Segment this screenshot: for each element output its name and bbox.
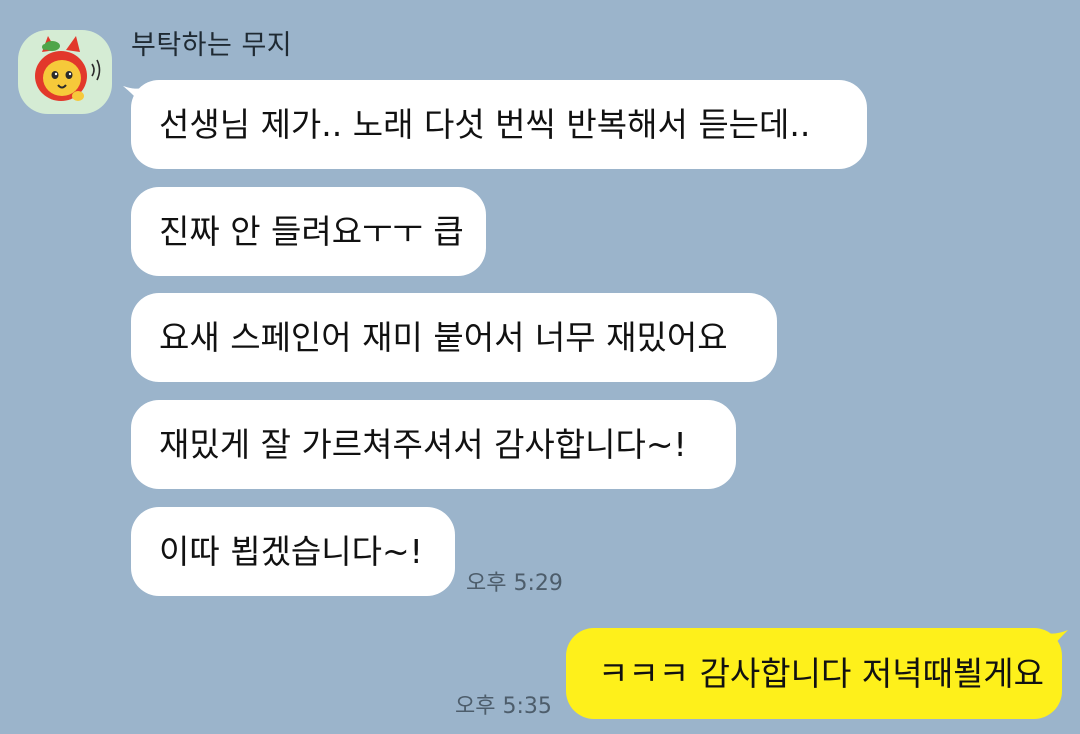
- message-text: 이따 뵙겠습니다~!: [159, 531, 423, 571]
- message-timestamp: 오후 5:29: [466, 571, 563, 596]
- sent-message-timestamp: 오후 5:35: [455, 694, 552, 719]
- outgoing-message-bubble[interactable]: ㅋㅋㅋ 감사합니다 저녁때뵐게요: [566, 628, 1062, 719]
- sender-name: 부탁하는 무지: [131, 30, 293, 61]
- message-bubble[interactable]: 이따 뵙겠습니다~!: [131, 507, 455, 596]
- message-bubble[interactable]: 진짜 안 들려요ㅜㅜ 큽: [131, 187, 486, 276]
- message-text: 진짜 안 들려요ㅜㅜ 큽: [159, 211, 464, 251]
- message-text: 재밌게 잘 가르쳐주셔서 감사합니다~!: [159, 424, 687, 464]
- message-bubble[interactable]: 요새 스페인어 재미 붙어서 너무 재밌어요: [131, 293, 777, 382]
- character-avatar-icon: [35, 36, 101, 101]
- message-bubble[interactable]: 재밌게 잘 가르쳐주셔서 감사합니다~!: [131, 400, 736, 489]
- message-text: 요새 스페인어 재미 붙어서 너무 재밌어요: [159, 317, 728, 357]
- message-bubble[interactable]: 선생님 제가.. 노래 다섯 번씩 반복해서 듣는데..: [131, 80, 867, 169]
- profile-avatar[interactable]: [18, 30, 112, 114]
- message-text: 선생님 제가.. 노래 다섯 번씩 반복해서 듣는데..: [159, 104, 811, 144]
- outgoing-message-text: ㅋㅋㅋ 감사합니다 저녁때뵐게요: [598, 653, 1045, 693]
